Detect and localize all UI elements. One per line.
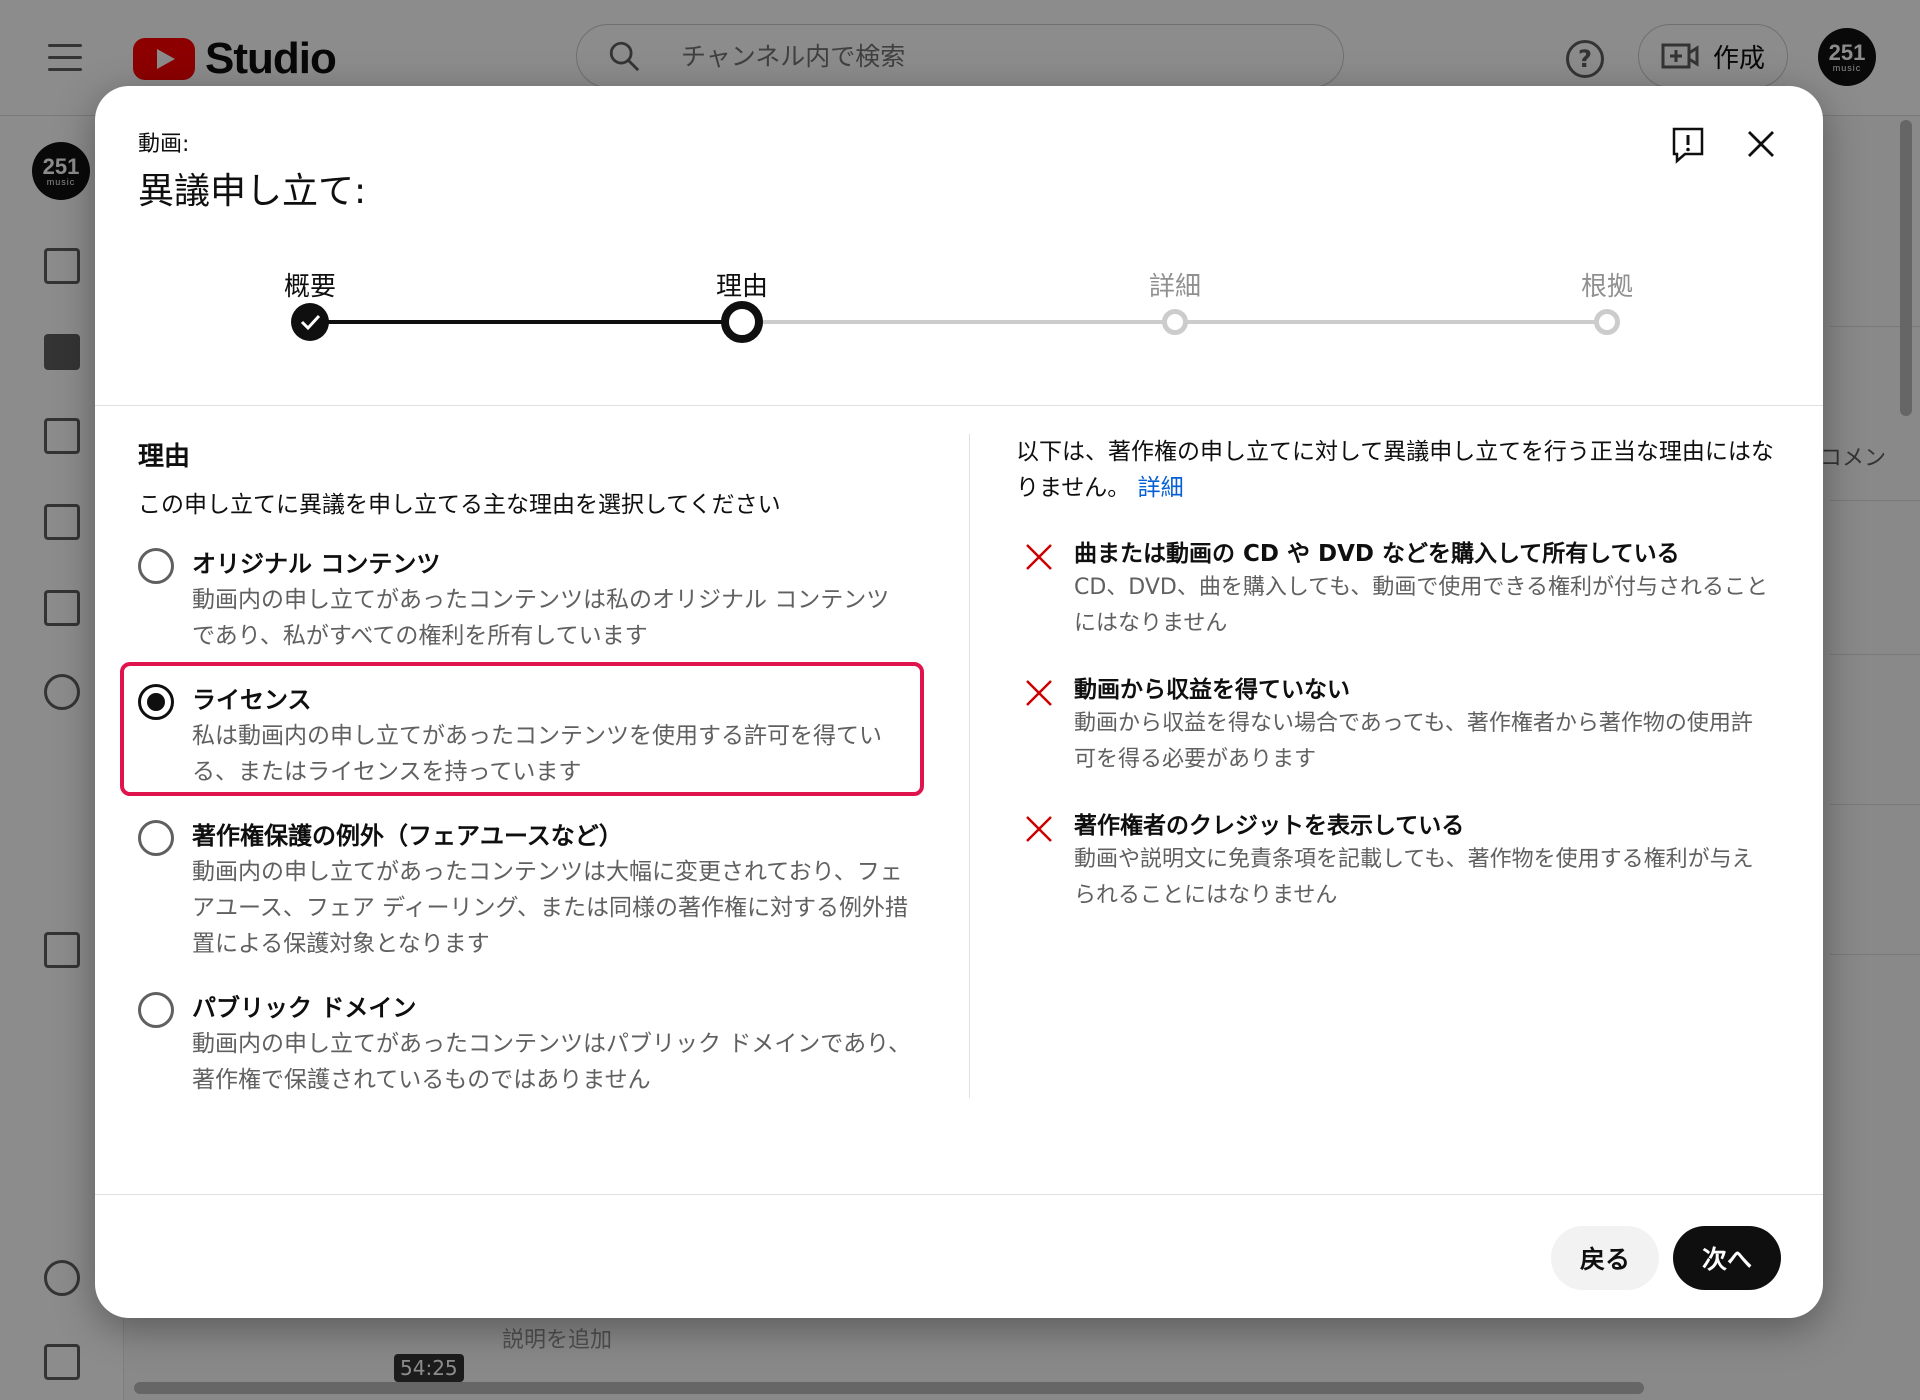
reason-title: 曲または動画の CD や DVD などを購入して所有している (1074, 541, 1680, 567)
invalid-reasons-section: 以下は、著作権の申し立てに対して異議申し立てを行う正当な理由にはなりません。 詳… (1016, 434, 1776, 506)
option-description: 動画内の申し立てがあったコンテンツはパブリック ドメインであり、著作権で保護され… (192, 1031, 912, 1093)
step-pending-icon (1162, 309, 1188, 335)
intro-text: 以下は、著作権の申し立てに対して異議申し立てを行う正当な理由にはなりません。 (1016, 439, 1774, 501)
progress-stepper: 概要 理由 詳細 根拠 (95, 266, 1823, 406)
radio-fair-use[interactable] (138, 820, 174, 856)
step-current-icon[interactable] (721, 301, 763, 343)
option-title: オリジナル コンテンツ (192, 550, 441, 578)
reason-title: 著作権者のクレジットを表示している (1074, 813, 1465, 839)
x-mark-icon (1026, 680, 1052, 706)
radio-public-domain[interactable] (138, 992, 174, 1028)
x-mark-icon (1026, 544, 1052, 570)
option-title: 著作権保護の例外（フェアユースなど） (192, 822, 623, 850)
step-line-completed (310, 320, 742, 324)
step-pending-icon (1594, 309, 1620, 335)
dialog-kicker: 動画: (138, 132, 190, 157)
radio-original-content[interactable] (138, 548, 174, 584)
option-description: 動画内の申し立てがあったコンテンツは私のオリジナル コンテンツであり、私がすべて… (192, 587, 890, 649)
step-label-overview[interactable]: 概要 (284, 266, 336, 303)
option-title: パブリック ドメイン (192, 994, 417, 1022)
next-button[interactable]: 次へ (1673, 1226, 1781, 1290)
option-description: 動画内の申し立てがあったコンテンツは大幅に変更されており、フェアユース、フェア … (192, 859, 908, 957)
back-button[interactable]: 戻る (1551, 1226, 1659, 1290)
close-icon[interactable] (1743, 126, 1779, 162)
feedback-icon[interactable] (1671, 126, 1705, 164)
reason-description: 動画や説明文に免責条項を記載しても、著作物を使用する権利が与えられることにはなり… (1074, 847, 1754, 908)
check-icon (300, 314, 321, 331)
selection-highlight (120, 662, 924, 796)
dialog-footer (95, 1194, 1823, 1195)
step-label-evidence: 根拠 (1580, 272, 1634, 302)
reason-section: 理由 この申し立てに異議を申し立てる主な理由を選択してください (138, 436, 938, 545)
x-mark-icon (1026, 816, 1052, 842)
step-label-details: 詳細 (1148, 272, 1202, 302)
step-done-icon[interactable] (291, 303, 329, 341)
section-title: 理由 (138, 442, 191, 472)
reason-description: CD、DVD、曲を購入しても、動画で使用できる権利が付与されることにはなりません (1074, 575, 1768, 636)
step-label-reason[interactable]: 理由 (716, 266, 768, 303)
reason-title: 動画から収益を得ていない (1074, 677, 1350, 703)
section-subtitle: この申し立てに異議を申し立てる主な理由を選択してください (138, 492, 781, 518)
learn-more-link[interactable]: 詳細 (1138, 475, 1184, 501)
reason-description: 動画から収益を得ない場合であっても、著作権者から著作物の使用許可を得る必要があり… (1074, 711, 1753, 772)
column-divider (969, 434, 970, 1098)
dialog-title: 異議申し立て: (138, 171, 367, 212)
invalid-reasons-intro: 以下は、著作権の申し立てに対して異議申し立てを行う正当な理由にはなりません。 詳… (1016, 434, 1776, 506)
